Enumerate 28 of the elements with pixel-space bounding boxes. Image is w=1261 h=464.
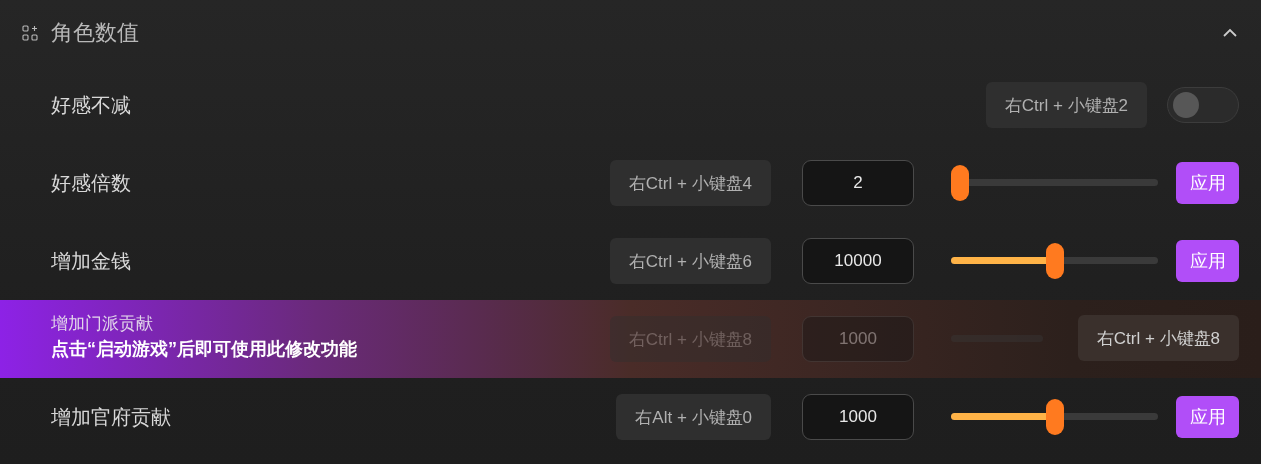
value-input[interactable]: 1000: [802, 394, 914, 440]
value-input[interactable]: 2: [802, 160, 914, 206]
shortcut-key: 右Ctrl + 小键盘4: [609, 160, 771, 206]
value-input[interactable]: 1000: [802, 316, 914, 362]
slider-thumb[interactable]: [1045, 399, 1064, 435]
shortcut-key: 右Ctrl + 小键盘2: [985, 82, 1147, 128]
apply-button[interactable]: 应用: [1176, 240, 1239, 282]
value-input[interactable]: 10000: [802, 238, 914, 284]
collapse-chevron-icon[interactable]: [1222, 28, 1238, 38]
section-title: 角色数值: [51, 19, 139, 47]
add-widget-icon: [22, 25, 38, 41]
feature-label: 增加官府贡献: [51, 404, 171, 430]
shortcut-key: 右Alt + 小键盘0: [616, 394, 771, 440]
slider-thumb[interactable]: [1045, 243, 1064, 279]
shortcut-key: 右Ctrl + 小键盘8: [1077, 315, 1239, 361]
feature-label: 好感倍数: [51, 170, 131, 196]
unlock-hint: 点击“启动游戏”后即可使用此修改功能: [51, 338, 357, 361]
toggle-switch[interactable]: [1167, 87, 1239, 123]
slider[interactable]: [951, 243, 1158, 279]
slider[interactable]: [951, 165, 1158, 201]
slider[interactable]: [951, 399, 1158, 435]
feature-name: 增加门派贡献: [51, 313, 153, 335]
feature-label: 增加金钱: [51, 248, 131, 274]
slider-thumb[interactable]: [951, 165, 969, 201]
apply-button[interactable]: 应用: [1176, 396, 1239, 438]
shortcut-key: 右Ctrl + 小键盘6: [609, 238, 771, 284]
feature-label: 好感不减: [51, 92, 131, 118]
apply-button[interactable]: 应用: [1176, 162, 1239, 204]
